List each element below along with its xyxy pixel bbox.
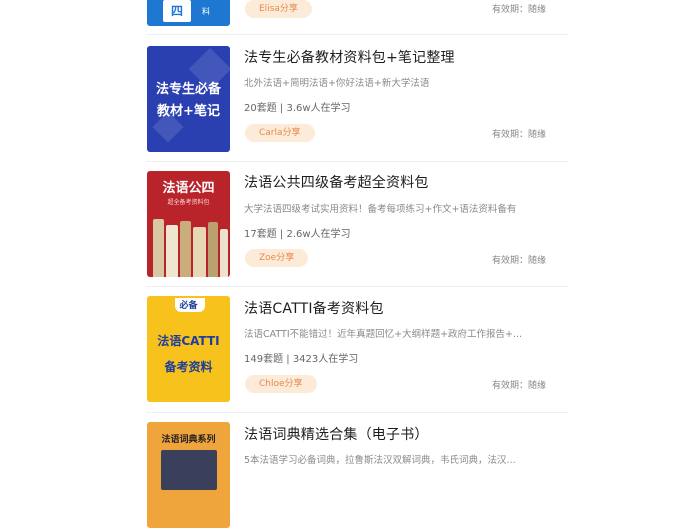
- item-description: 北外法语+简明法语+你好法语+新大学法语: [244, 78, 430, 89]
- cover-line: 教材+笔记: [157, 104, 220, 119]
- item-title[interactable]: 法专生必备教材资料包+笔记整理: [244, 47, 455, 67]
- cover-image[interactable]: 必备 法语CATTI 备考资料: [147, 296, 230, 402]
- cover-line: 四: [170, 4, 183, 18]
- item-stats: 20套题 | 3.6w人在学习: [244, 103, 351, 114]
- sharer-tag[interactable]: Zoe分享: [245, 249, 309, 267]
- item-title[interactable]: 法语CATTI备考资料包: [244, 298, 384, 318]
- item-stats: 17套题 | 2.6w人在学习: [244, 229, 351, 240]
- validity-text: 有效期：随缘: [492, 381, 547, 391]
- book-illustration: [208, 222, 218, 277]
- cover-illustration: [161, 450, 217, 490]
- validity-text: 有效期：随缘: [492, 256, 547, 266]
- cover-line: 法语词典系列: [161, 435, 216, 445]
- list-item[interactable]: 四 料 Elisa分享 有效期：随缘: [0, 0, 700, 32]
- cover-image[interactable]: 法语词典系列: [147, 422, 230, 528]
- cover-line: 法语公四: [162, 181, 215, 196]
- cover-image[interactable]: 法语公四 超全备考资料包: [147, 171, 230, 277]
- book-illustration: [193, 227, 206, 277]
- book-illustration: [166, 225, 178, 277]
- cover-line: 法语CATTI: [157, 334, 220, 348]
- cover-image[interactable]: 法专生必备 教材+笔记: [147, 46, 230, 152]
- book-illustration: [180, 221, 191, 277]
- validity-text: 有效期：随缘: [492, 5, 547, 15]
- cover-image[interactable]: 四 料: [147, 0, 230, 26]
- divider: [146, 161, 568, 162]
- item-description: 5本法语学习必备词典，拉鲁斯法汉双解词典，韦氏词典，法汉...: [244, 455, 516, 466]
- divider: [146, 412, 568, 413]
- book-illustration: [220, 229, 228, 277]
- cover-line: 必备: [179, 301, 198, 311]
- cover-line: 备考资料: [164, 360, 213, 374]
- item-description: 法语CATTI不能错过！近年真题回忆+大纲样题+政府工作报告+...: [244, 329, 523, 340]
- sharer-tag[interactable]: Elisa分享: [245, 0, 312, 18]
- item-title[interactable]: 法语词典精选合集（电子书）: [244, 424, 429, 444]
- item-title[interactable]: 法语公共四级备考超全资料包: [244, 172, 429, 192]
- divider: [146, 286, 568, 287]
- cover-line: 法专生必备: [155, 82, 221, 97]
- cover-line: 超全备考资料包: [167, 199, 210, 206]
- resource-list: 四 料 Elisa分享 有效期：随缘 法专生必备 教材+笔记 法专生必备教材资料…: [0, 0, 700, 528]
- book-illustration: [153, 219, 164, 277]
- sharer-tag[interactable]: Chloe分享: [245, 375, 317, 393]
- cover-line: 料: [202, 7, 210, 16]
- validity-text: 有效期：随缘: [492, 130, 547, 140]
- divider: [146, 34, 568, 35]
- sharer-tag[interactable]: Carla分享: [245, 124, 315, 142]
- item-stats: 149套题 | 3423人在学习: [244, 354, 359, 365]
- item-description: 大学法语四级考试实用资料！备考每项练习+作文+语法资料备有: [244, 204, 517, 215]
